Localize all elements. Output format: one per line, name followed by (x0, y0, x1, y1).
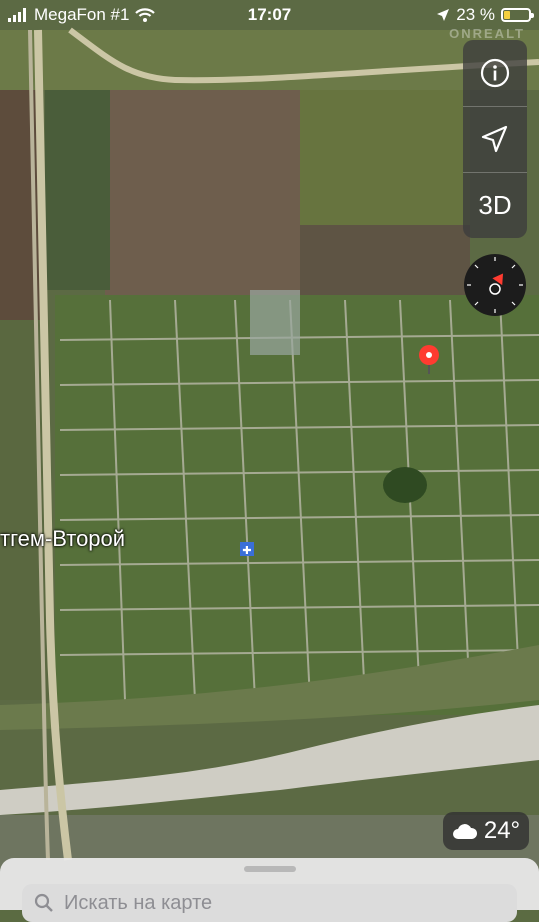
watermark: ONREALT (449, 26, 525, 41)
location-services-icon (437, 9, 450, 21)
svg-text:✚: ✚ (242, 544, 251, 557)
3d-button[interactable]: 3D (463, 172, 527, 238)
battery-icon (501, 8, 534, 22)
sheet-grabber[interactable] (244, 866, 296, 872)
compass-icon (464, 254, 526, 316)
info-button[interactable] (463, 40, 527, 106)
search-placeholder: Искать на карте (64, 891, 213, 914)
location-arrow-icon (481, 125, 508, 153)
search-icon (34, 893, 53, 912)
map-controls-panel: 3D (463, 40, 527, 238)
landmark-icon: ✚ (240, 542, 254, 557)
locate-button[interactable] (463, 106, 527, 172)
weather-badge: 24° (443, 812, 529, 850)
battery-level (504, 11, 510, 19)
battery-percent: 23 % (456, 5, 495, 24)
cloud-icon (452, 824, 477, 839)
search-input[interactable]: Искать на карте (22, 884, 517, 922)
compass-button[interactable] (463, 253, 527, 317)
place-name-label: тгем-Второй (0, 526, 126, 551)
satellite-map[interactable]: ✚ (0, 0, 539, 910)
info-icon (480, 58, 510, 88)
bottom-sheet[interactable]: Искать на карте (0, 858, 539, 922)
temperature: 24° (483, 817, 521, 844)
